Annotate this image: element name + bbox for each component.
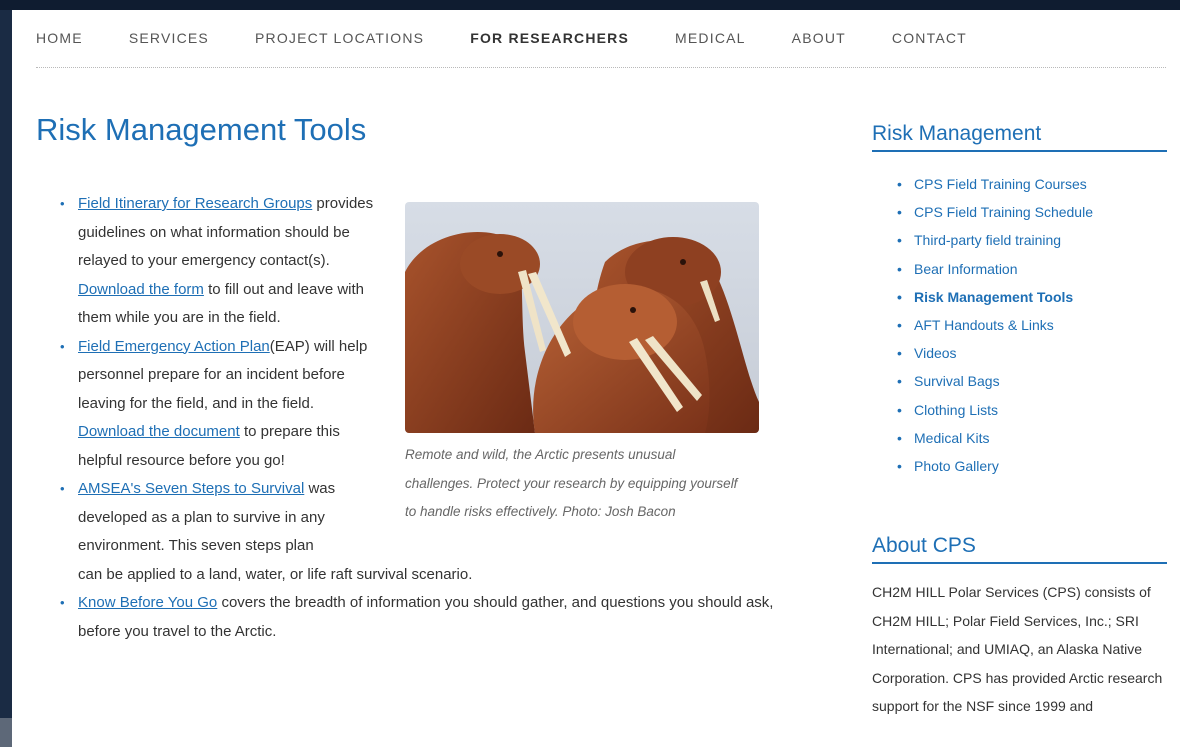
field-itinerary-link[interactable]: Field Itinerary for Research Groups [78,195,312,212]
photo-figure: Remote and wild, the Arctic presents unu… [405,202,759,527]
sidebar-item-medical-kits[interactable]: Medical Kits [894,424,1167,452]
photo-caption: Remote and wild, the Arctic presents unu… [405,447,738,519]
about-text: CH2M HILL Polar Services (CPS) consists … [872,584,1163,714]
list-item-text: can be applied to a land, water, or life… [78,565,473,583]
sidebar-item-risk-management-tools[interactable]: Risk Management Tools [894,283,1167,311]
top-navigation: HOME SERVICES PROJECT LOCATIONS FOR RESE… [12,10,1180,68]
list-item: Know Before You Go covers the breadth of… [57,589,777,646]
nav-medical[interactable]: MEDICAL [675,30,746,46]
nav-for-researchers[interactable]: FOR RESEARCHERS [470,30,629,46]
sidebar-heading: Risk Management [872,122,1167,152]
nav-project-locations[interactable]: PROJECT LOCATIONS [255,30,424,46]
amsea-seven-steps-link[interactable]: AMSEA's Seven Steps to Survival [78,480,304,497]
sidebar-item-aft-handouts[interactable]: AFT Handouts & Links [894,311,1167,339]
page-title: Risk Management Tools [36,112,367,147]
window-corner-block [0,718,12,747]
sidebar-item-third-party-training[interactable]: Third-party field training [894,226,1167,254]
sidebar-item-photo-gallery[interactable]: Photo Gallery [894,452,1167,480]
field-eap-link[interactable]: Field Emergency Action Plan [78,338,270,355]
window-top-strip [0,0,1180,10]
sidebar-item-bear-information[interactable]: Bear Information [894,255,1167,283]
sidebar-item-field-training-schedule[interactable]: CPS Field Training Schedule [894,198,1167,226]
risk-management-sidebar: Risk Management CPS Field Training Cours… [872,122,1167,480]
page: HOME SERVICES PROJECT LOCATIONS FOR RESE… [12,10,1180,747]
sidebar-item-videos[interactable]: Videos [894,339,1167,367]
sidebar-item-clothing-lists[interactable]: Clothing Lists [894,396,1167,424]
nav-about[interactable]: ABOUT [792,30,846,46]
know-before-you-go-link[interactable]: Know Before You Go [78,594,217,611]
about-heading: About CPS [872,534,1167,564]
nav-contact[interactable]: CONTACT [892,30,967,46]
download-form-link[interactable]: Download the form [78,281,204,298]
about-cps-section: About CPS CH2M HILL Polar Services (CPS)… [872,534,1167,721]
download-document-link[interactable]: Download the document [78,423,240,440]
window-left-strip [0,10,12,747]
nav-services[interactable]: SERVICES [129,30,209,46]
sidebar-links: CPS Field Training Courses CPS Field Tra… [872,170,1167,480]
sidebar-item-survival-bags[interactable]: Survival Bags [894,367,1167,395]
walrus-photo [405,202,759,433]
nav-divider [36,67,1166,68]
nav-home[interactable]: HOME [36,30,83,46]
sidebar-item-field-training-courses[interactable]: CPS Field Training Courses [894,170,1167,198]
